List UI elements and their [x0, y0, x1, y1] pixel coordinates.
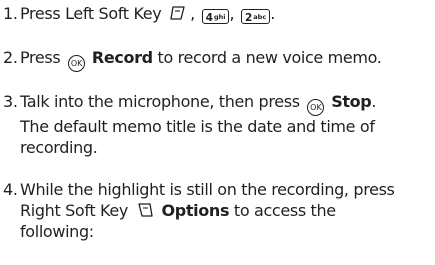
line-3: following: — [20, 222, 94, 241]
step-3: 3. Talk into the microphone, then press … — [3, 91, 431, 158]
step-text: Talk into the microphone, then press — [20, 92, 300, 111]
key-4-ghi: 4ghi — [201, 9, 230, 24]
line-3: recording. — [20, 138, 98, 157]
ok-key-icon: OK — [307, 99, 325, 116]
key-letters: abc — [253, 13, 267, 21]
period: . — [371, 92, 377, 111]
key-letters: ghi — [213, 13, 226, 21]
line-2: Right Soft Key Options to access the — [20, 200, 431, 221]
record-label: Record — [91, 48, 153, 67]
period: . — [270, 4, 275, 23]
left-soft-key-icon — [170, 6, 185, 20]
right-soft-key-icon — [138, 203, 153, 217]
key-digit: 2 — [244, 12, 253, 24]
step-number: 1. — [3, 4, 18, 23]
options-label: Options — [161, 201, 230, 220]
step-text: Press — [20, 48, 61, 67]
ok-key-icon: OK — [68, 55, 86, 72]
step-text: Press Left Soft Key — [20, 4, 162, 23]
key-2-abc: 2abc — [240, 9, 271, 24]
separator: , — [190, 4, 195, 23]
step-number: 3. — [3, 92, 18, 111]
key-digit: 4 — [205, 12, 213, 24]
manual-instructions: 1. Press Left Soft Key , 4ghi, 2abc. 2. … — [0, 0, 435, 265]
step-4: 4. While the highlight is still on the r… — [3, 179, 431, 242]
line-1: While the highlight is still on the reco… — [20, 180, 395, 199]
step-text: to record a new voice memo. — [157, 48, 382, 67]
step-text: Right Soft Key — [20, 201, 128, 220]
line-1: Talk into the microphone, then press OK … — [20, 91, 431, 116]
step-text: to access the — [233, 201, 336, 220]
stop-label: Stop — [331, 92, 372, 111]
step-1: 1. Press Left Soft Key , 4ghi, 2abc. — [3, 3, 431, 24]
step-2: 2. Press OK Record to record a new voice… — [3, 47, 431, 72]
separator: , — [229, 4, 235, 23]
step-number: 4. — [3, 180, 18, 199]
line-2: The default memo title is the date and t… — [20, 117, 375, 136]
step-number: 2. — [3, 48, 18, 67]
